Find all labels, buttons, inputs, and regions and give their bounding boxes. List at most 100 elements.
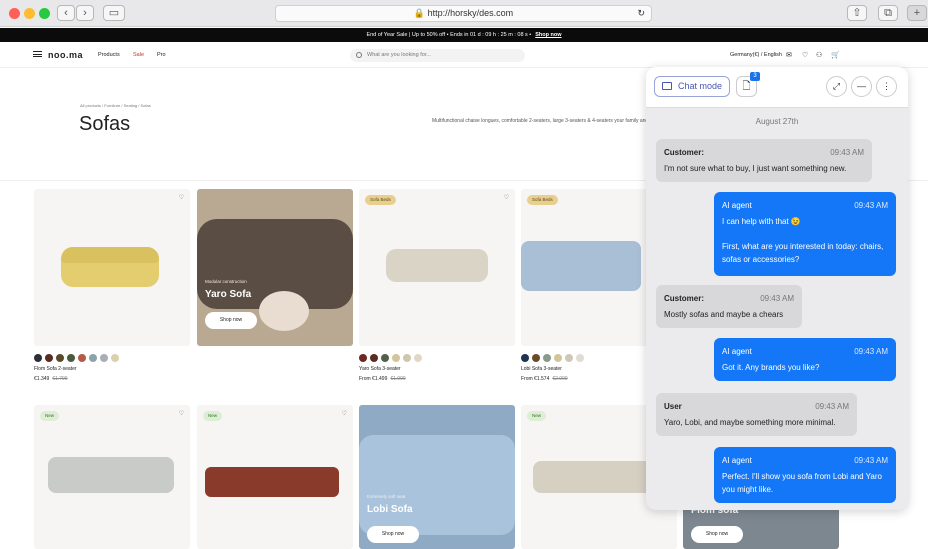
- swatch[interactable]: [78, 354, 86, 362]
- swatch[interactable]: [45, 354, 53, 362]
- sender-name: Customer:: [664, 294, 705, 303]
- back-button[interactable]: ‹: [57, 5, 75, 21]
- swatch[interactable]: [67, 354, 75, 362]
- cart-icon[interactable]: 🛒: [831, 51, 840, 59]
- new-badge: New: [40, 411, 60, 421]
- promo-card-yaro[interactable]: Modular construction Yaro Sofa Shop now: [197, 189, 353, 346]
- ai-message: AI agent 09:43 AM Got it. Any brands you …: [714, 338, 896, 381]
- search-placeholder: What are you looking for...: [367, 52, 431, 58]
- new-badge: New: [527, 411, 547, 421]
- product-name[interactable]: Flom Sofa 2-seater: [34, 366, 77, 372]
- promo-card-flom[interactable]: Flom sofa Shop now: [683, 505, 839, 549]
- chat-mode-button[interactable]: Chat mode: [654, 76, 730, 97]
- swatch[interactable]: [414, 354, 422, 362]
- promo-card-lobi[interactable]: Extremely soft seat Lobi Sofa Shop now: [359, 405, 515, 549]
- document-count-badge: 3: [750, 72, 760, 81]
- swatch[interactable]: [89, 354, 97, 362]
- sofa-beds-badge: Sofa Beds: [527, 195, 558, 205]
- swatch[interactable]: [543, 354, 551, 362]
- reload-icon[interactable]: ↻: [637, 6, 645, 21]
- wishlist-heart-icon[interactable]: ♡: [802, 51, 808, 59]
- swatch[interactable]: [111, 354, 119, 362]
- shop-now-button[interactable]: Shop now: [367, 526, 419, 543]
- message-text: First, what are you interested in today:…: [722, 242, 884, 264]
- swatch[interactable]: [576, 354, 584, 362]
- search-icon: [356, 52, 362, 58]
- swatch[interactable]: [532, 354, 540, 362]
- swatch[interactable]: [403, 354, 411, 362]
- product-name[interactable]: Yaro Sofa 3-seater: [359, 366, 401, 372]
- promo-subtitle: Modular construction: [205, 279, 247, 284]
- nav-sale[interactable]: Sale: [133, 52, 144, 58]
- product-card-new-1[interactable]: New ♡: [34, 405, 190, 549]
- heart-icon[interactable]: ♡: [342, 410, 347, 417]
- tabs-overview-icon[interactable]: ⧉: [878, 5, 898, 21]
- promo-shop-link[interactable]: Shop now: [535, 32, 561, 38]
- product-card-new-2[interactable]: New ♡: [197, 405, 353, 549]
- swatch[interactable]: [381, 354, 389, 362]
- sofa-image: [359, 435, 515, 535]
- swatch[interactable]: [100, 354, 108, 362]
- heart-icon[interactable]: ♡: [179, 194, 184, 201]
- swatch[interactable]: [370, 354, 378, 362]
- more-options-icon[interactable]: ⋮: [876, 76, 897, 97]
- swatch[interactable]: [56, 354, 64, 362]
- lock-icon: 🔒: [413, 8, 426, 18]
- swatch[interactable]: [392, 354, 400, 362]
- nav-products[interactable]: Products: [98, 52, 120, 58]
- page-description: Multifunctional chaise longues, comforta…: [432, 118, 652, 124]
- heart-icon[interactable]: ♡: [179, 410, 184, 417]
- forward-button[interactable]: ›: [76, 5, 94, 21]
- sender-name: AI agent: [722, 456, 752, 465]
- price-old: €1.999: [390, 376, 406, 382]
- swatch[interactable]: [521, 354, 529, 362]
- minimize-window-button[interactable]: [24, 8, 35, 19]
- product-name[interactable]: Lobi Sofa 3-seater: [521, 366, 562, 372]
- maximize-window-button[interactable]: [39, 8, 50, 19]
- product-card-flom[interactable]: ♡: [34, 189, 190, 346]
- chat-header: Chat mode 🗋 3 ⤢ — ⋮: [646, 67, 908, 108]
- message-text: Got it. Any brands you like?: [722, 363, 820, 372]
- price-current: From €1.574: [521, 376, 550, 382]
- heart-icon[interactable]: ♡: [504, 194, 509, 201]
- shop-now-button[interactable]: Shop now: [691, 526, 743, 543]
- promo-text: End of Year Sale | Up to 50% off • Ends …: [366, 32, 532, 38]
- share-icon[interactable]: ⇧: [847, 5, 867, 21]
- swatch[interactable]: [554, 354, 562, 362]
- search-input[interactable]: What are you looking for...: [350, 49, 525, 62]
- new-tab-icon[interactable]: +: [907, 5, 927, 21]
- swatch[interactable]: [565, 354, 573, 362]
- swatch[interactable]: [359, 354, 367, 362]
- shop-now-button[interactable]: Shop now: [205, 312, 257, 329]
- locale-selector[interactable]: Germany(€) / English: [730, 52, 782, 58]
- minimize-icon[interactable]: —: [851, 76, 872, 97]
- promo-subtitle: Extremely soft seat: [367, 494, 406, 499]
- sofa-image: [205, 467, 339, 497]
- color-swatches-flom[interactable]: [34, 354, 119, 362]
- sender-name: User: [664, 402, 682, 411]
- site-logo[interactable]: noo.ma: [48, 50, 83, 60]
- sofa-beds-badge: Sofa Beds: [365, 195, 396, 205]
- swatch[interactable]: [34, 354, 42, 362]
- sidebar-toggle-icon[interactable]: ▭: [103, 5, 125, 21]
- message-text: Perfect. I'll show you sofa from Lobi an…: [722, 472, 882, 494]
- account-icon[interactable]: ⚇: [816, 51, 822, 59]
- product-card-yaro[interactable]: Sofa Beds ♡: [359, 189, 515, 346]
- date-separator: August 27th: [755, 117, 799, 126]
- message-text: Yaro, Lobi, and maybe something more min…: [664, 418, 836, 427]
- expand-icon[interactable]: ⤢: [826, 76, 847, 97]
- color-swatches-yaro[interactable]: [359, 354, 422, 362]
- close-window-button[interactable]: [9, 8, 20, 19]
- breadcrumb[interactable]: All products / Furniture / Seating / Sof…: [80, 103, 151, 108]
- sender-name: AI agent: [722, 201, 752, 210]
- promo-title: Lobi Sofa: [367, 504, 413, 515]
- address-bar[interactable]: 🔒 http://horsky/des.com ↻: [275, 5, 652, 22]
- nav-pro[interactable]: Pro: [157, 52, 166, 58]
- new-badge: New: [203, 411, 223, 421]
- price-old: €1.799: [52, 376, 68, 382]
- color-swatches-lobi[interactable]: [521, 354, 584, 362]
- sofa-image: [386, 249, 488, 282]
- promo-banner: End of Year Sale | Up to 50% off • Ends …: [0, 28, 928, 42]
- mail-icon[interactable]: ✉: [786, 51, 792, 59]
- menu-icon[interactable]: [33, 51, 42, 57]
